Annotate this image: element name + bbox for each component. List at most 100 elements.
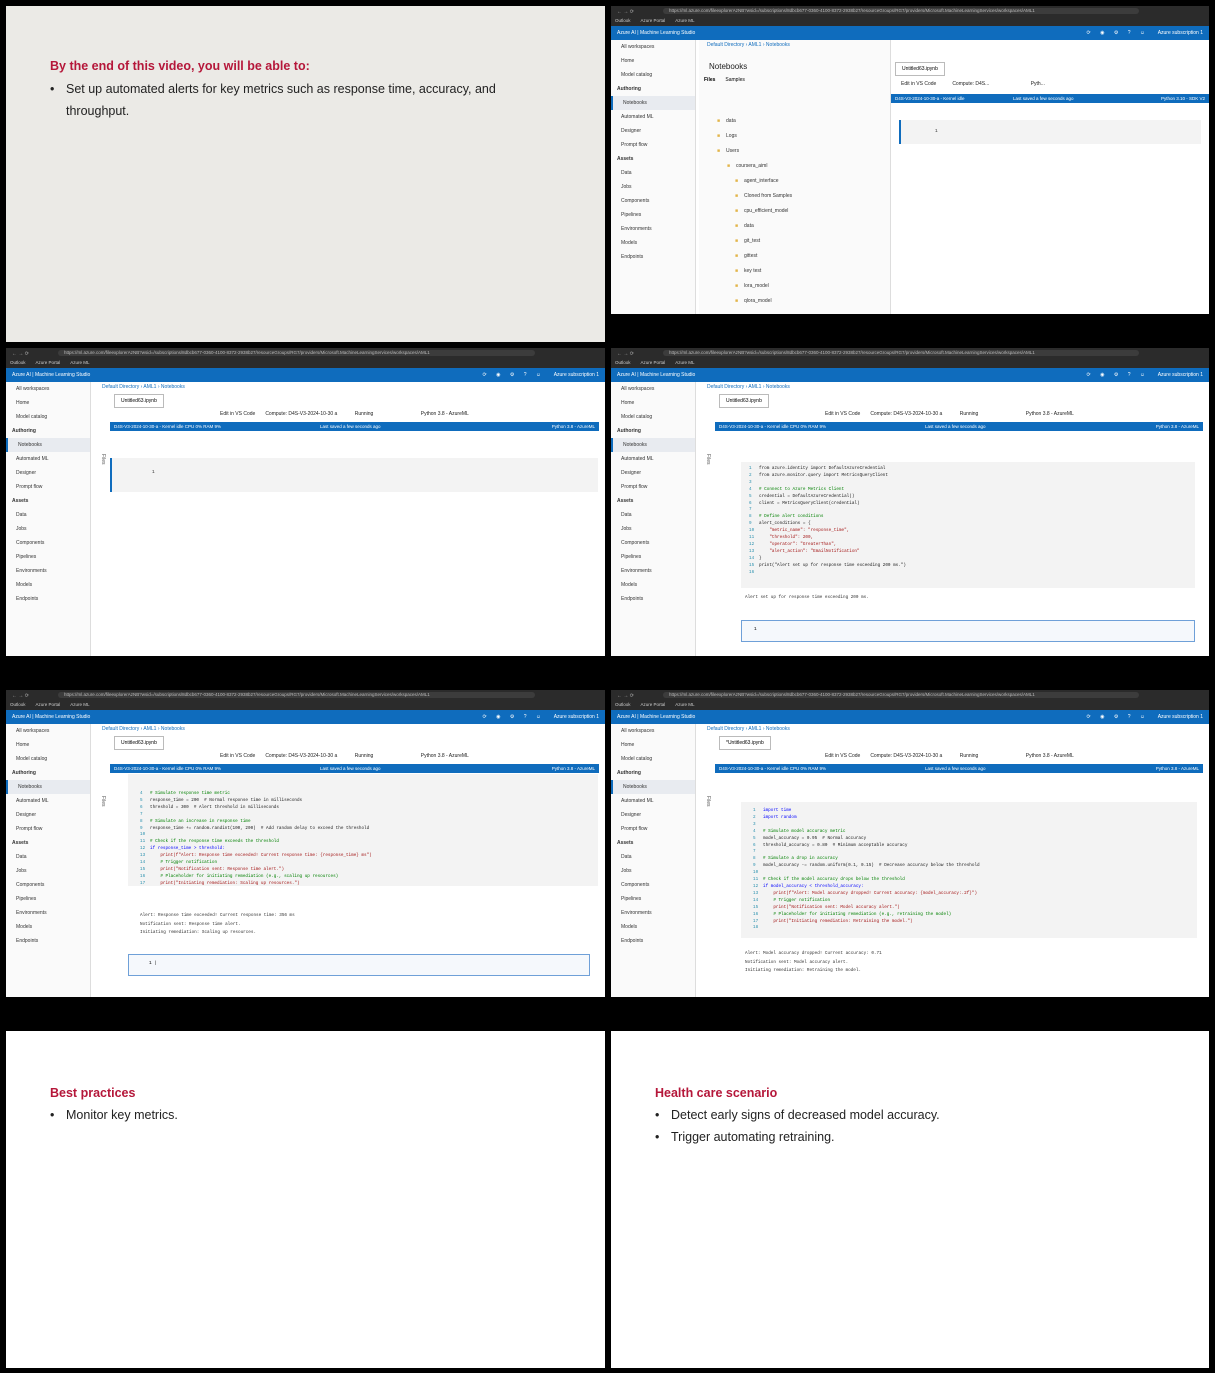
nav-item[interactable]: Models	[6, 920, 90, 934]
nav-item[interactable]: Designer	[611, 466, 695, 480]
bookmark[interactable]: Outlook	[615, 360, 631, 365]
nav-item[interactable]: Designer	[611, 808, 695, 822]
files-toggle[interactable]: Files	[96, 796, 106, 807]
files-toggle[interactable]: Files	[96, 454, 106, 465]
nav-item[interactable]: Environments	[611, 906, 695, 920]
code-cell[interactable]: 1	[899, 120, 1201, 144]
header-icons[interactable]: ⟳ ◉ ⚙ ? ☺	[1087, 26, 1149, 40]
subscription-label[interactable]: Azure subscription 1	[554, 710, 599, 724]
compute-select[interactable]: D4S...	[975, 81, 989, 87]
nav-item[interactable]: Home	[6, 738, 90, 752]
breadcrumb-item[interactable]: Notebooks	[766, 42, 790, 48]
compute-select[interactable]: D4S-V3-2024-10-30 a	[288, 411, 337, 417]
nav-item[interactable]: Home	[611, 396, 695, 410]
header-icons[interactable]: ⟳ ◉ ⚙ ? ☺	[1087, 368, 1149, 382]
tree-item[interactable]: ■ lora_model	[717, 279, 792, 294]
bookmark[interactable]: Outlook	[615, 18, 631, 23]
nav-item[interactable]: Models	[6, 578, 90, 592]
nav-item[interactable]: Prompt flow	[6, 822, 90, 836]
nav-icons[interactable]: ← → ⟳	[617, 693, 634, 699]
tree-item[interactable]: ■ Logs	[717, 129, 792, 144]
nav-item[interactable]: Endpoints	[6, 934, 90, 948]
nav-item-notebooks[interactable]: Notebooks	[611, 96, 695, 110]
nav-item[interactable]: All workspaces	[611, 724, 695, 738]
empty-code-cell[interactable]: 1	[741, 620, 1195, 642]
nav-item[interactable]: Home	[611, 54, 695, 68]
nav-item[interactable]: Automated ML	[611, 110, 695, 124]
kernel-select[interactable]: Pyth...	[1031, 81, 1045, 87]
subscription-label[interactable]: Azure subscription 1	[1158, 26, 1203, 40]
nav-item[interactable]: All workspaces	[6, 724, 90, 738]
subscription-label[interactable]: Azure subscription 1	[554, 368, 599, 382]
nav-item[interactable]: Model catalog	[6, 752, 90, 766]
nav-item[interactable]: Pipelines	[611, 892, 695, 906]
edit-vscode-button[interactable]: Edit in VS Code	[825, 753, 860, 759]
bookmark[interactable]: Azure ML	[70, 360, 89, 365]
tree-item[interactable]: ■ Users	[717, 144, 792, 159]
subtab-files[interactable]: Files	[704, 77, 715, 83]
bookmark[interactable]: Outlook	[615, 702, 631, 707]
subtab-samples[interactable]: Samples	[725, 77, 744, 83]
nav-item[interactable]: Models	[611, 578, 695, 592]
nav-item[interactable]: Endpoints	[611, 250, 695, 264]
tree-item[interactable]: ■ qlora_model	[717, 294, 792, 309]
nav-item[interactable]: Pipelines	[6, 550, 90, 564]
nav-item[interactable]: Data	[611, 166, 695, 180]
breadcrumb-item[interactable]: Notebooks	[161, 726, 185, 732]
nav-item[interactable]: Designer	[611, 124, 695, 138]
nav-item[interactable]: Environments	[6, 906, 90, 920]
nav-item[interactable]: Prompt flow	[611, 822, 695, 836]
tree-item[interactable]: ■ data	[717, 114, 792, 129]
subscription-label[interactable]: Azure subscription 1	[1158, 368, 1203, 382]
bookmark[interactable]: Azure Portal	[36, 702, 61, 707]
nav-item[interactable]: Environments	[611, 564, 695, 578]
nav-item-notebooks[interactable]: Notebooks	[611, 438, 695, 452]
nav-item[interactable]: Automated ML	[6, 452, 90, 466]
nav-item[interactable]: Pipelines	[6, 892, 90, 906]
address-bar[interactable]: https://ml.azure.com/fileexplorerAzNB?ws…	[663, 350, 1139, 356]
compute-select[interactable]: D4S-V3-2024-10-30 a	[893, 753, 942, 759]
breadcrumb-item[interactable]: Notebooks	[161, 384, 185, 390]
breadcrumb-item[interactable]: AML1	[143, 726, 156, 732]
nav-item[interactable]: Model catalog	[611, 68, 695, 82]
breadcrumb-item[interactable]: AML1	[143, 384, 156, 390]
nav-item[interactable]: Components	[611, 878, 695, 892]
nav-item[interactable]: Models	[611, 236, 695, 250]
nav-item[interactable]: Endpoints	[6, 592, 90, 606]
nav-item[interactable]: Home	[611, 738, 695, 752]
nav-item[interactable]: Jobs	[611, 180, 695, 194]
nav-item[interactable]: Jobs	[6, 522, 90, 536]
nav-item[interactable]: Jobs	[6, 864, 90, 878]
nav-item[interactable]: Endpoints	[611, 934, 695, 948]
nav-item-notebooks[interactable]: Notebooks	[611, 780, 695, 794]
nav-item[interactable]: Components	[611, 194, 695, 208]
subscription-label[interactable]: Azure subscription 1	[1158, 710, 1203, 724]
nav-item[interactable]: Models	[611, 920, 695, 934]
nav-icons[interactable]: ← → ⟳	[12, 693, 29, 699]
nav-item[interactable]: Jobs	[611, 864, 695, 878]
breadcrumb-item[interactable]: Default Directory	[707, 384, 744, 390]
header-icons[interactable]: ⟳ ◉ ⚙ ? ☺	[1087, 710, 1149, 724]
breadcrumb-item[interactable]: AML1	[748, 384, 761, 390]
nav-item[interactable]: Data	[6, 508, 90, 522]
nav-item[interactable]: Home	[6, 396, 90, 410]
bookmark[interactable]: Azure ML	[70, 702, 89, 707]
edit-vscode-button[interactable]: Edit in VS Code	[220, 753, 255, 759]
nav-item[interactable]: Pipelines	[611, 550, 695, 564]
nav-item[interactable]: Prompt flow	[611, 480, 695, 494]
tree-item[interactable]: ■ cpu_efficient_model	[717, 204, 792, 219]
compute-select[interactable]: D4S-V3-2024-10-30 a	[893, 411, 942, 417]
bookmark[interactable]: Azure Portal	[641, 360, 666, 365]
nav-icons[interactable]: ← → ⟳	[12, 351, 29, 357]
breadcrumb-item[interactable]: Default Directory	[707, 42, 744, 48]
nav-item[interactable]: All workspaces	[611, 382, 695, 396]
studio-brand[interactable]: Azure AI | Machine Learning Studio	[12, 714, 90, 720]
nav-item-notebooks[interactable]: Notebooks	[6, 780, 90, 794]
tab-notebook[interactable]: Untitled63.ipynb	[895, 62, 945, 76]
bookmark[interactable]: Azure Portal	[36, 360, 61, 365]
tree-item[interactable]: ■ agent_interface	[717, 174, 792, 189]
nav-item[interactable]: Data	[6, 850, 90, 864]
breadcrumb-item[interactable]: AML1	[748, 42, 761, 48]
bookmark[interactable]: Azure Portal	[641, 18, 666, 23]
nav-item[interactable]: Environments	[611, 222, 695, 236]
